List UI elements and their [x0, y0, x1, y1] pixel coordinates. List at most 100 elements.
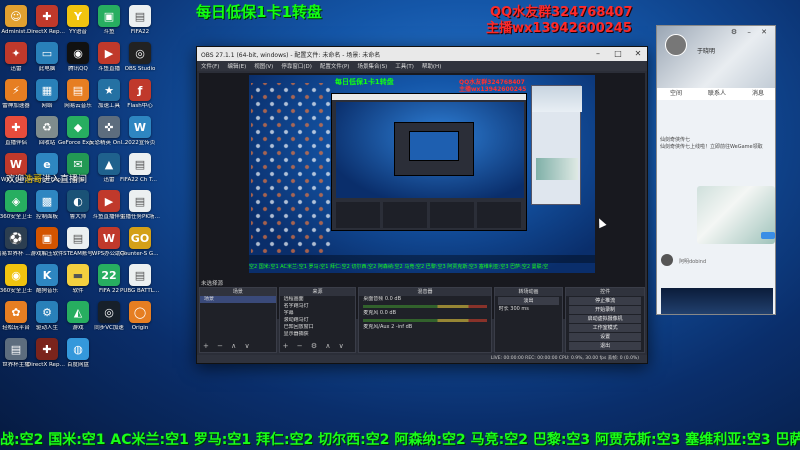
maximize-icon[interactable]: □ [609, 47, 627, 61]
welcome-prefix: 欢迎 [6, 175, 25, 185]
volume-meter[interactable] [363, 319, 487, 322]
obs-menu-item[interactable]: 视图(V) [254, 62, 273, 70]
welcome-suffix: 进入直播间 [42, 175, 88, 185]
desktop-shortcut[interactable]: ◍ 百度网盘 [58, 335, 98, 375]
app-icon: ◍ [67, 338, 89, 360]
app-icon: ★ [98, 79, 120, 101]
control-button[interactable]: 工作室模式 [569, 324, 641, 332]
wps-icon: W [98, 227, 120, 249]
word-icon: W [129, 116, 151, 138]
desktop-shortcut-label: 百度网盘 [66, 362, 89, 368]
desktop-shortcut[interactable]: ƒ Flash中心 [120, 76, 160, 116]
preview-desktop-icons [251, 83, 331, 253]
obs-menu-item[interactable]: 停靠窗口(D) [281, 62, 312, 70]
source-item[interactable]: 显示器捕获 [280, 331, 356, 338]
scene-item[interactable]: 场景 [200, 296, 276, 303]
file-icon: ▤ [129, 190, 151, 212]
banner-image[interactable] [661, 288, 773, 314]
recycle-bin-icon: ♻ [36, 116, 58, 138]
computer-icon: ▭ [36, 42, 58, 64]
obs-menu-item[interactable]: 场景集合(S) [357, 62, 387, 70]
tab-space[interactable]: 空间 [670, 88, 682, 100]
app-icon: ✿ [5, 301, 27, 323]
feed-item[interactable]: 仙剑奇侠传七 仙剑奇侠传七上线啦！立即前往WeGame领取 [660, 136, 774, 150]
obs-window[interactable]: OBS 27.1.1 (64-bit, windows) - 配置文件: 未命名… [196, 46, 648, 364]
desktop-shortcut[interactable]: ◎ OBS Studio [120, 39, 160, 79]
control-button[interactable]: 停止推流 [569, 297, 641, 305]
desktop-shortcut-label: Flash中心 [127, 103, 153, 109]
preview-nested-obs [331, 93, 527, 231]
source-item[interactable]: 字幕 [280, 310, 356, 317]
desktop-shortcut-label: OBS Studio [124, 66, 156, 72]
yy-icon: Y [67, 5, 89, 27]
mixer-channel-aux: 麦克风/Aux 2 -inf dB [363, 324, 413, 330]
preview-side-panel [531, 85, 582, 205]
user-folder-icon: ☺ [5, 5, 27, 27]
preview-canvas[interactable]: 每日低保1卡1转盘 QQ水友群324768407 主播wx13942600245… [249, 75, 595, 273]
source-item[interactable]: 远程画面 [280, 296, 356, 303]
source-item[interactable]: 滚动跑马灯 [280, 317, 356, 324]
panel-tabs: 空间 联系人 消息 [657, 88, 775, 100]
close-icon[interactable]: ✕ [629, 47, 647, 61]
transitions-dock: 转场动画 淡出 时长 300 ms [493, 287, 564, 353]
desktop-shortcut[interactable]: ◯ Origin [120, 298, 160, 338]
sources-dock: 来源 远程画面 名字跑马灯 字幕 滚动跑马灯 已知回放窗口 显示器捕获 + − ⚙ ∧ ∨ [278, 287, 357, 353]
obs-menu-item[interactable]: 工具(T) [395, 62, 414, 70]
control-button[interactable]: 设置 [569, 333, 641, 341]
duration-input[interactable]: 300 ms [510, 306, 529, 312]
directx-icon: ✚ [36, 5, 58, 27]
obs-menu-item[interactable]: 文件(F) [201, 62, 219, 70]
source-item[interactable]: 名字跑马灯 [280, 303, 356, 310]
minimize-icon[interactable]: – [589, 47, 607, 61]
avatar[interactable] [665, 34, 687, 56]
obs-statusbar: LIVE: 00:00:00 REC: 00:00:00 CPU: 0.9%, … [197, 355, 647, 363]
desktop-shortcut-label: FIFA22 Ch Tabel(F... [120, 177, 160, 183]
app-icon: ▲ [98, 153, 120, 175]
volume-meter[interactable] [363, 305, 487, 308]
desktop-shortcut[interactable]: ▤ PUBG BATTLEGR... [120, 261, 160, 301]
source-tools[interactable]: + − ⚙ ∧ ∨ [283, 342, 347, 350]
obs-preview[interactable]: 每日低保1卡1转盘 QQ水友群324768407 主播wx13942600245… [199, 73, 645, 319]
friend-avatar[interactable] [661, 254, 673, 266]
transition-select[interactable]: 淡出 [497, 297, 560, 305]
file-icon: ▤ [5, 338, 27, 360]
desktop-shortcut[interactable]: ▤ FIFA22 Ch Tabel(F... [120, 150, 160, 190]
score-ticker: 战:空2 国米:空1 AC米兰:空1 罗马:空1 拜仁:空2 切尔西:空2 阿森… [0, 432, 800, 448]
transitions-header: 转场动画 [494, 288, 563, 296]
obs-menu-item[interactable]: 帮助(H) [422, 62, 441, 70]
desktop-shortcut-label: FIFA22 [130, 29, 150, 35]
app-icon: ▣ [36, 227, 58, 249]
control-button[interactable]: 启动虚拟摄像机 [569, 315, 641, 323]
gear-icon: ⚙ [36, 301, 58, 323]
app-icon: ▶ [98, 42, 120, 64]
obs-window-title: OBS 27.1.1 (64-bit, windows) - 配置文件: 未命名… [201, 51, 381, 59]
obs-menu-item[interactable]: 配置文件(P) [320, 62, 350, 70]
nvidia-icon: ◆ [67, 116, 89, 138]
tab-contacts[interactable]: 联系人 [708, 88, 726, 100]
desktop-shortcut-label: 2022宣传页 [124, 140, 156, 146]
host-wx-overlay: 主播wx13942600245 [486, 21, 632, 36]
obs-titlebar[interactable]: OBS 27.1.1 (64-bit, windows) - 配置文件: 未命名… [197, 47, 647, 61]
qq-side-panel[interactable]: 于晓明 ⚙ – ✕ 空间 联系人 消息 仙剑奇侠传七 仙剑奇侠传七上线啦！立即前… [656, 25, 776, 315]
scenes-header: 场景 [200, 288, 276, 296]
feed-action-button[interactable] [761, 232, 775, 239]
controls-header: 控件 [566, 288, 644, 296]
app-icon: ▶ [98, 190, 120, 212]
control-button[interactable]: 开始录制 [569, 306, 641, 314]
file-icon: ▤ [129, 264, 151, 286]
control-button[interactable]: 退出 [569, 342, 641, 350]
desktop-shortcut[interactable]: GO Counter-S Global Off... [120, 224, 160, 264]
desktop-shortcut[interactable]: W 2022宣传页 [120, 113, 160, 153]
shield-icon: ◈ [5, 190, 27, 212]
app-icon: ✦ [5, 42, 27, 64]
source-item[interactable]: 已知回放窗口 [280, 324, 356, 331]
mixer-channel-desktop: 桌面音频 0.0 dB [363, 296, 402, 302]
obs-menu-item[interactable]: 编辑(E) [227, 62, 246, 70]
tab-messages[interactable]: 消息 [752, 88, 764, 100]
mixer-dock: 混音器 桌面音频 0.0 dB 麦克风 0.0 dB 麦克风/Aux 2 -in… [358, 287, 492, 353]
desktop-shortcut[interactable]: ▤ FIFA22 [120, 2, 160, 42]
panel-window-controls[interactable]: ⚙ – ✕ [731, 28, 771, 36]
obs-icon: ◎ [129, 42, 151, 64]
scene-tools[interactable]: + − ∧ ∨ [203, 342, 253, 350]
desktop-shortcut[interactable]: ▤ 主播任务PK场排行榜... [120, 187, 160, 227]
